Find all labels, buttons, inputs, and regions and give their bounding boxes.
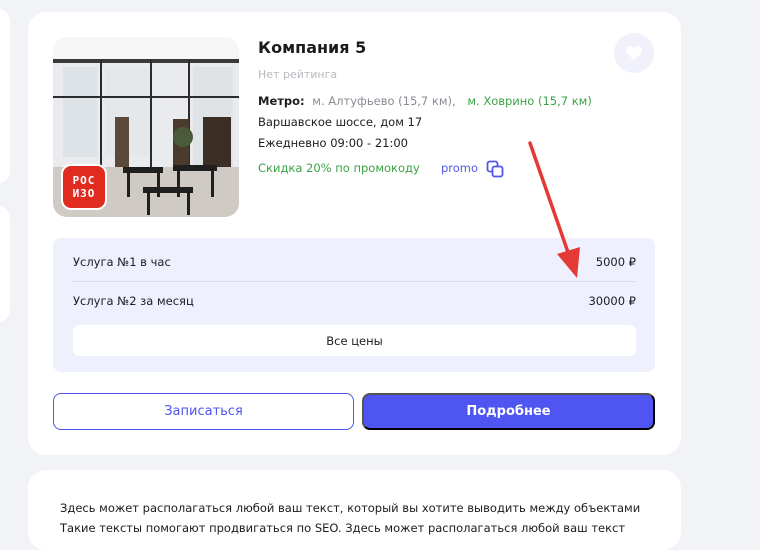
service-name: Услуга №2 за месяц (73, 294, 194, 308)
company-title[interactable]: Компания 5 (258, 38, 366, 57)
opening-hours: Ежедневно 09:00 - 21:00 (258, 136, 408, 150)
logo-text-line-2: ИЗО (72, 187, 96, 200)
all-prices-button[interactable]: Все цены (73, 325, 636, 356)
metro-info: Метро: м. Алтуфьево (15,7 км), м. Ховрин… (258, 94, 592, 108)
price-row: Услуга №1 в час 5000 ₽ (73, 243, 636, 282)
seo-text: Здесь может располагаться любой ваш текс… (60, 501, 641, 535)
brand-logo: РОС ИЗО (61, 164, 107, 210)
service-name: Услуга №1 в час (73, 255, 171, 269)
promo-code: promo (441, 161, 479, 175)
rating-text: Нет рейтинга (258, 68, 338, 81)
listing-photo[interactable]: РОС ИЗО (53, 37, 239, 217)
details-button[interactable]: Подробнее (362, 393, 655, 430)
price-row: Услуга №2 за месяц 30000 ₽ (73, 282, 636, 320)
logo-text-line-1: РОС (72, 174, 96, 187)
favorite-button[interactable] (614, 33, 654, 73)
listing-card: РОС ИЗО Компания 5 Нет рейтинга Метро: м… (28, 12, 681, 455)
copy-promo-button[interactable] (485, 159, 505, 179)
service-price: 30000 ₽ (588, 294, 636, 308)
price-list: Услуга №1 в час 5000 ₽ Услуга №2 за меся… (53, 238, 655, 372)
side-card-bottom (0, 205, 10, 323)
side-card-top (0, 8, 10, 184)
service-price: 5000 ₽ (595, 255, 636, 269)
discount-text: Скидка 20% по промокоду (258, 161, 420, 175)
address: Варшавское шоссе, дом 17 (258, 115, 423, 129)
metro-station-2: м. Ховрино (15,7 км) (467, 94, 592, 108)
book-button[interactable]: Записаться (53, 393, 354, 430)
copy-icon (486, 160, 504, 178)
metro-label: Метро: (258, 94, 305, 108)
metro-station-1: м. Алтуфьево (15,7 км), (312, 94, 456, 108)
seo-text-card: Здесь может располагаться любой ваш текс… (28, 470, 681, 550)
heart-icon (625, 46, 643, 61)
